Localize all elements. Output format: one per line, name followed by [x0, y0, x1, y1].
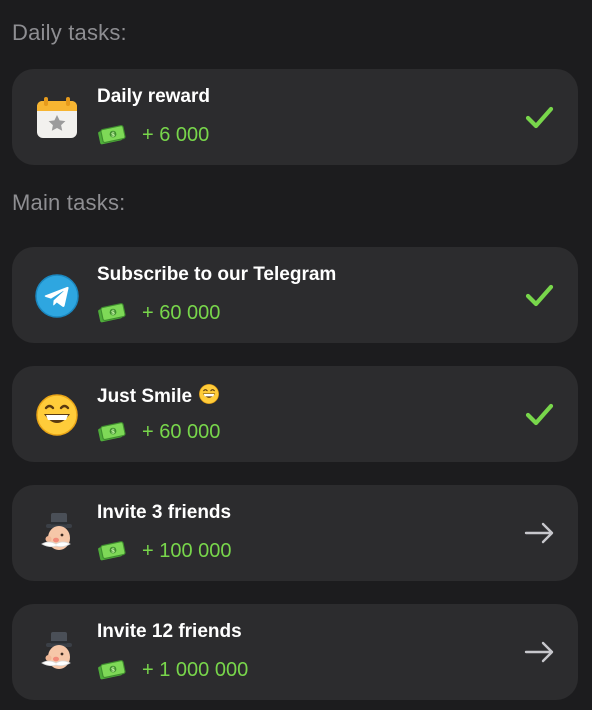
check-icon	[522, 100, 556, 134]
reward-row: + 1 000 000	[98, 656, 248, 684]
task-card-telegram[interactable]: Subscribe to our Telegram + 60 000	[12, 247, 578, 343]
reward-row: + 60 000	[98, 299, 220, 327]
check-icon	[522, 278, 556, 312]
cash-icon	[98, 302, 126, 324]
task-title: Invite 3 friends	[97, 502, 232, 523]
reward-row: + 100 000	[98, 537, 232, 565]
main-tasks-heading: Main tasks:	[12, 190, 126, 215]
reward-value: + 60 000	[142, 420, 221, 443]
cash-icon	[98, 421, 126, 443]
arrow-right-icon[interactable]	[522, 635, 556, 669]
task-card-invite-3-friends[interactable]: Invite 3 friends + 100 000	[12, 485, 578, 581]
reward-value: + 60 000	[142, 301, 221, 324]
task-card-just-smile[interactable]: Just Smile + 60 000	[12, 366, 578, 462]
cash-icon	[98, 124, 126, 146]
monopoly-man-icon	[41, 512, 73, 551]
task-title: Invite 12 friends	[97, 621, 242, 642]
grinning-face-icon	[198, 383, 220, 405]
task-title: Just Smile	[97, 383, 220, 408]
reward-row: + 60 000	[98, 418, 220, 446]
grinning-face-icon	[35, 393, 79, 437]
task-card-invite-12-friends[interactable]: Invite 12 friends + 1 000 000	[12, 604, 578, 700]
reward-value: + 100 000	[142, 539, 232, 562]
task-title-text: Just Smile	[97, 386, 193, 407]
arrow-right-icon[interactable]	[522, 516, 556, 550]
task-title: Subscribe to our Telegram	[97, 264, 337, 285]
task-card-daily-reward[interactable]: Daily reward + 6 000	[12, 69, 578, 165]
reward-value: + 1 000 000	[142, 658, 249, 681]
daily-tasks-heading: Daily tasks:	[12, 20, 127, 45]
telegram-icon	[35, 274, 79, 318]
calendar-star-icon	[37, 97, 77, 138]
cash-icon	[98, 540, 126, 562]
task-title: Daily reward	[97, 86, 210, 107]
cash-icon	[98, 659, 126, 681]
reward-value: + 6 000	[142, 123, 210, 146]
reward-row: + 6 000	[98, 121, 209, 149]
check-icon	[522, 397, 556, 431]
monopoly-man-icon	[41, 631, 73, 670]
